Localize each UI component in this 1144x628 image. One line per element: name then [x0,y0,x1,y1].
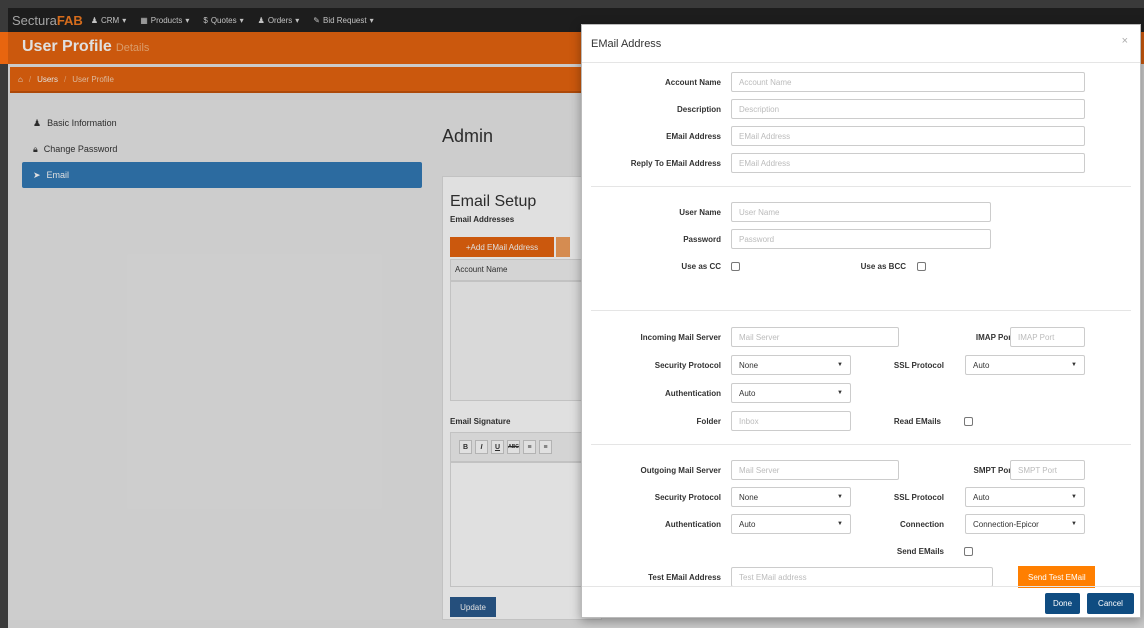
caret-down-icon: ▼ [837,494,843,500]
outgoing-authentication-label: Authentication [665,520,721,529]
select-value: None [739,360,759,370]
select-value: Auto [739,519,756,529]
incoming-security-protocol-label: Security Protocol [654,361,721,370]
incoming-ssl-protocol-label: SSL Protocol [893,361,944,370]
credentials-section: User Name User Name Password Password Us… [591,187,1131,311]
caret-down-icon: ▼ [1071,521,1077,527]
connection-label: Connection [900,520,944,529]
send-test-email-button[interactable]: Send Test EMail [1018,566,1095,588]
caret-down-icon: ▼ [837,390,843,396]
use-as-bcc-label: Use as BCC [860,262,906,271]
reply-to-email-input[interactable]: EMail Address [731,153,1085,173]
imap-port-input[interactable]: IMAP Port [1010,327,1085,347]
description-input[interactable]: Description [731,99,1085,119]
outgoing-security-protocol-label: Security Protocol [654,493,721,502]
cancel-button[interactable]: Cancel [1087,593,1134,614]
outgoing-security-protocol-select[interactable]: None ▼ [731,487,851,507]
user-name-input[interactable]: User Name [731,202,991,222]
incoming-authentication-select[interactable]: Auto ▼ [731,383,851,403]
send-emails-checkbox[interactable] [964,547,973,556]
use-as-cc-label: Use as CC [681,262,721,271]
user-name-label: User Name [679,208,721,217]
caret-down-icon: ▼ [1071,494,1077,500]
imap-port-label: IMAP Port [975,333,1014,342]
incoming-mail-server-input[interactable]: Mail Server [731,327,899,347]
select-value: Connection-Epicor [973,519,1039,529]
reply-to-email-label: Reply To EMail Address [630,159,721,168]
email-address-modal: EMail Address × Account Name Account Nam… [581,24,1141,618]
close-icon[interactable]: × [1122,35,1128,47]
read-emails-label: Read EMails [893,417,941,426]
incoming-authentication-label: Authentication [665,389,721,398]
smpt-port-label: SMPT Port [973,466,1014,475]
folder-input[interactable]: Inbox [731,411,851,431]
select-value: Auto [973,360,990,370]
account-name-label: Account Name [664,78,721,87]
select-value: Auto [739,388,756,398]
incoming-ssl-protocol-select[interactable]: Auto ▼ [965,355,1085,375]
password-label: Password [683,235,721,244]
send-emails-label: Send EMails [896,547,944,556]
outgoing-authentication-select[interactable]: Auto ▼ [731,514,851,534]
read-emails-checkbox[interactable] [964,417,973,426]
use-as-cc-checkbox[interactable] [731,262,740,271]
account-name-input[interactable]: Account Name [731,72,1085,92]
incoming-mail-server-label: Incoming Mail Server [640,333,721,342]
caret-down-icon: ▼ [1071,362,1077,368]
modal-footer: Done Cancel [582,586,1140,619]
email-address-input[interactable]: EMail Address [731,126,1085,146]
use-as-bcc-checkbox[interactable] [917,262,926,271]
outgoing-mail-section: Outgoing Mail Server Mail Server SMPT Po… [591,445,1131,588]
caret-down-icon: ▼ [837,521,843,527]
caret-down-icon: ▼ [837,362,843,368]
outgoing-ssl-protocol-label: SSL Protocol [893,493,944,502]
password-input[interactable]: Password [731,229,991,249]
incoming-mail-section: Incoming Mail Server Mail Server IMAP Po… [591,311,1131,445]
outgoing-mail-server-input[interactable]: Mail Server [731,460,899,480]
connection-select[interactable]: Connection-Epicor ▼ [965,514,1085,534]
select-value: None [739,492,759,502]
outgoing-mail-server-label: Outgoing Mail Server [640,466,721,475]
smpt-port-input[interactable]: SMPT Port [1010,460,1085,480]
test-email-address-label: Test EMail Address [648,573,721,582]
modal-title: EMail Address [591,38,662,50]
select-value: Auto [973,492,990,502]
modal-header: EMail Address × [582,25,1140,63]
incoming-security-protocol-select[interactable]: None ▼ [731,355,851,375]
description-label: Description [676,105,721,114]
outgoing-ssl-protocol-select[interactable]: Auto ▼ [965,487,1085,507]
done-button[interactable]: Done [1045,593,1080,614]
test-email-address-input[interactable]: Test EMail address [731,567,993,587]
account-section: Account Name Account Name Description De… [591,63,1131,187]
email-address-label: EMail Address [666,132,721,141]
folder-label: Folder [696,417,721,426]
